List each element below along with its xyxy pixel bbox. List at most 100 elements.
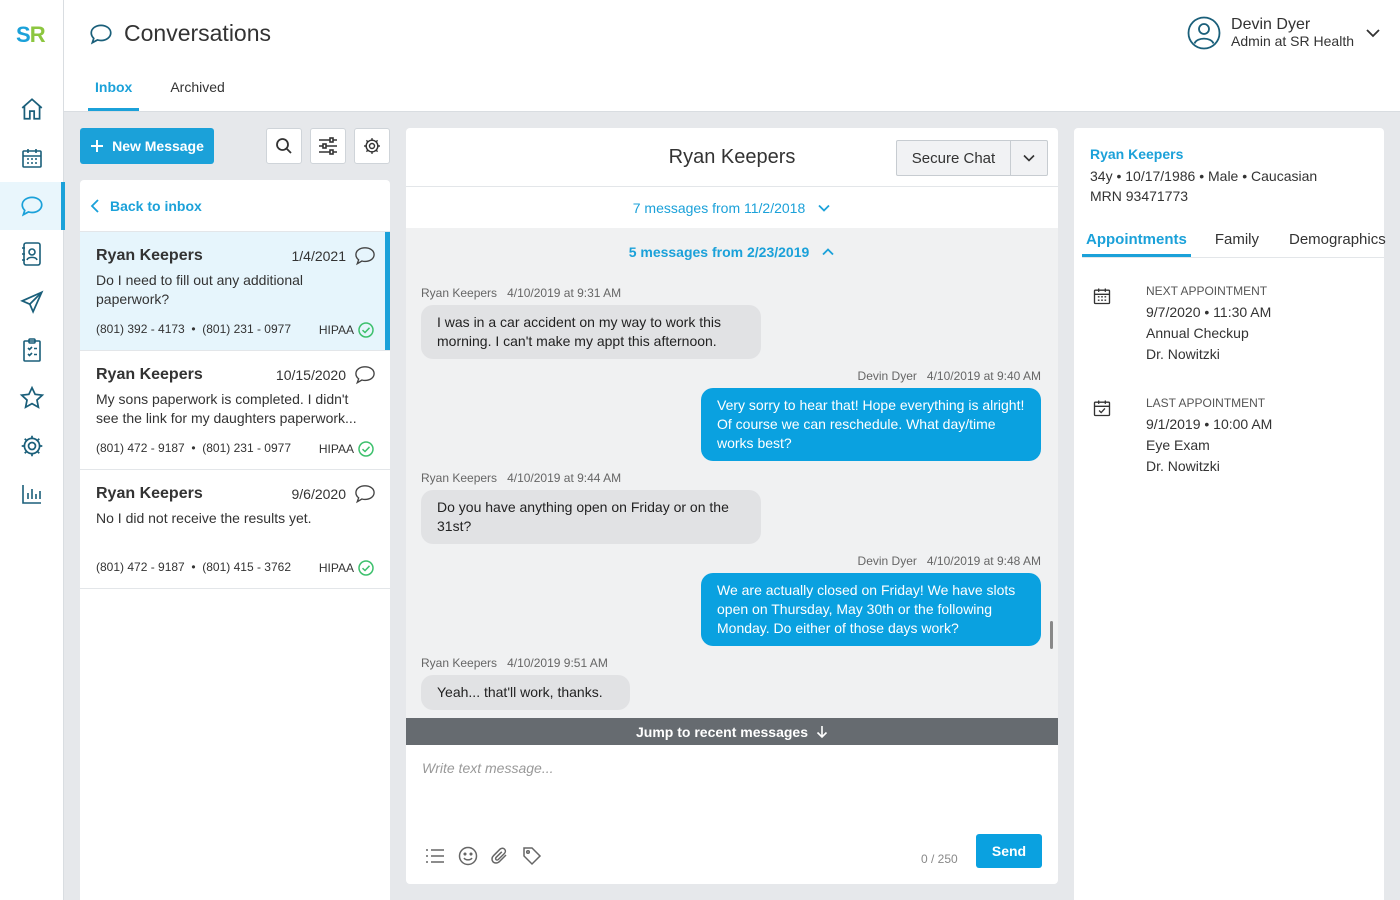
chat-icon <box>90 23 112 44</box>
calendar-check-icon <box>1093 400 1111 417</box>
chat-mode-dropdown[interactable] <box>1011 141 1047 175</box>
message-time: 4/10/2019 at 9:44 AM <box>507 471 622 485</box>
conversation-item[interactable]: Ryan Keepers 9/6/2020 No I did not recei… <box>80 470 390 589</box>
tab-family[interactable]: Family <box>1211 224 1271 257</box>
conversation-name: Ryan Keepers <box>96 485 203 502</box>
patient-mrn: MRN 93471773 <box>1090 188 1189 204</box>
inbox-tabs: Inbox Archived <box>88 68 232 111</box>
appointment-doctor: Dr. Nowitzki <box>1146 346 1220 362</box>
user-menu[interactable]: Devin Dyer Admin at SR Health <box>1187 16 1382 50</box>
chart-icon <box>22 485 41 504</box>
nav-reports[interactable] <box>0 470 64 518</box>
expanded-thread-label: 5 messages from 2/23/2019 <box>628 244 810 260</box>
clipboard-icon <box>23 338 41 362</box>
collapsed-thread-toggle[interactable]: 7 messages from 11/2/2018 <box>406 188 1058 228</box>
home-icon <box>21 98 43 120</box>
conversation-date: 9/6/2020 <box>291 486 347 502</box>
list-icon <box>426 849 444 863</box>
appointment-datetime: 9/7/2020 • 11:30 AM <box>1146 304 1272 320</box>
message-sender: Ryan Keepers <box>421 471 498 485</box>
appointment-doctor: Dr. Nowitzki <box>1146 458 1220 474</box>
nav-conversations[interactable] <box>0 182 65 230</box>
patient-name[interactable]: Ryan Keepers <box>1090 146 1183 162</box>
send-icon <box>20 290 44 314</box>
back-to-inbox-label: Back to inbox <box>110 197 202 214</box>
message-bubble-outgoing: Very sorry to hear that! Hope everything… <box>701 388 1041 461</box>
user-name: Devin Dyer <box>1231 16 1311 33</box>
thread-scrollbar[interactable] <box>1050 621 1053 649</box>
message-sender: Devin Dyer <box>857 369 917 383</box>
chat-mode-label[interactable]: Secure Chat <box>897 141 1011 175</box>
nav-tasks[interactable] <box>0 326 64 374</box>
conversation-item[interactable]: Ryan Keepers 10/15/2020 My sons paperwor… <box>80 351 390 470</box>
inbox-settings-button[interactable] <box>354 128 390 164</box>
gear-icon <box>21 435 43 457</box>
message-time: 4/10/2019 at 9:48 AM <box>926 554 1041 568</box>
chat-header: Ryan Keepers Secure Chat <box>406 128 1058 187</box>
conversation-preview: Do I need to fill out any additional pap… <box>96 272 304 307</box>
app-header: Conversations Inbox Archived Devin Dyer … <box>64 0 1400 112</box>
smiley-icon <box>458 846 478 866</box>
character-counter: 0 / 250 <box>921 852 958 866</box>
attach-button[interactable] <box>490 846 510 866</box>
appointment-label: NEXT APPOINTMENT <box>1146 284 1268 298</box>
message-thread[interactable]: 5 messages from 2/23/2019 Ryan Keepers 4… <box>406 228 1058 718</box>
hipaa-badge: HIPAA <box>319 560 374 576</box>
nav-home[interactable] <box>0 85 64 133</box>
conversation-preview: No I did not receive the results yet. <box>96 510 312 526</box>
conversation-phones: (801) 472 - 9187 • (801) 231 - 0977 <box>96 441 291 455</box>
chat-mode-select[interactable]: Secure Chat <box>896 140 1048 176</box>
jump-to-recent-button[interactable]: Jump to recent messages <box>406 718 1058 745</box>
expanded-thread-toggle[interactable]: 5 messages from 2/23/2019 <box>406 244 1058 260</box>
nav-calendar[interactable] <box>0 134 64 182</box>
nav-reviews[interactable] <box>0 374 64 422</box>
message-time: 4/10/2019 at 9:40 AM <box>926 369 1041 383</box>
message-bubble-outgoing: We are actually closed on Friday! We hav… <box>701 573 1041 646</box>
tab-archived[interactable]: Archived <box>163 68 231 111</box>
search-button[interactable] <box>266 128 302 164</box>
check-circle-icon <box>358 441 374 457</box>
patient-details: 34y • 10/17/1986 • Male • Caucasian <box>1090 168 1318 184</box>
page-title-text: Conversations <box>124 20 272 46</box>
conversation-name: Ryan Keepers <box>96 247 203 264</box>
emoji-button[interactable] <box>458 846 478 866</box>
hipaa-badge: HIPAA <box>319 441 374 457</box>
user-role: Admin at SR Health <box>1231 33 1354 49</box>
tab-demographics[interactable]: Demographics <box>1285 224 1398 257</box>
paperclip-icon <box>491 847 507 864</box>
calendar-icon <box>1093 288 1111 305</box>
filter-button[interactable] <box>310 128 346 164</box>
nav-campaigns[interactable] <box>0 278 64 326</box>
conversation-phones: (801) 392 - 4173 • (801) 231 - 0977 <box>96 322 291 336</box>
tab-appointments[interactable]: Appointments <box>1082 224 1191 257</box>
check-circle-icon <box>358 322 374 338</box>
app-logo[interactable]: SR <box>16 22 46 48</box>
tab-inbox[interactable]: Inbox <box>88 68 140 111</box>
chat-icon <box>355 485 375 504</box>
search-icon <box>276 138 292 154</box>
new-message-button[interactable]: New Message <box>80 128 214 164</box>
appointment-label: LAST APPOINTMENT <box>1146 396 1266 410</box>
conversation-date: 1/4/2021 <box>291 248 347 264</box>
hipaa-label: HIPAA <box>318 561 354 575</box>
sliders-icon <box>319 137 337 155</box>
message-meta: Devin Dyer 4/10/2019 at 9:48 AM <box>858 554 1041 568</box>
tag-button[interactable] <box>522 846 542 866</box>
patient-panel: Ryan Keepers 34y • 10/17/1986 • Male • C… <box>1074 128 1386 900</box>
templates-button[interactable] <box>424 846 446 866</box>
new-message-label: New Message <box>112 138 204 154</box>
back-to-inbox-link[interactable]: Back to inbox <box>80 180 390 232</box>
message-sender: Ryan Keepers <box>421 286 498 300</box>
chat-icon <box>355 247 375 266</box>
message-input[interactable] <box>422 760 1042 820</box>
page-title: Conversations <box>88 20 271 47</box>
conversation-phones: (801) 472 - 9187 • (801) 415 - 3762 <box>96 560 291 574</box>
nav-contacts[interactable] <box>0 230 64 278</box>
nav-settings[interactable] <box>0 422 64 470</box>
message-meta: Ryan Keepers 4/10/2019 at 9:31 AM <box>421 286 621 300</box>
jump-to-recent-label: Jump to recent messages <box>636 723 808 740</box>
user-avatar-icon <box>1187 16 1221 50</box>
send-button[interactable]: Send <box>976 834 1042 868</box>
conversation-item[interactable]: Ryan Keepers 1/4/2021 Do I need to fill … <box>80 232 390 351</box>
message-meta: Devin Dyer 4/10/2019 at 9:40 AM <box>858 369 1041 383</box>
